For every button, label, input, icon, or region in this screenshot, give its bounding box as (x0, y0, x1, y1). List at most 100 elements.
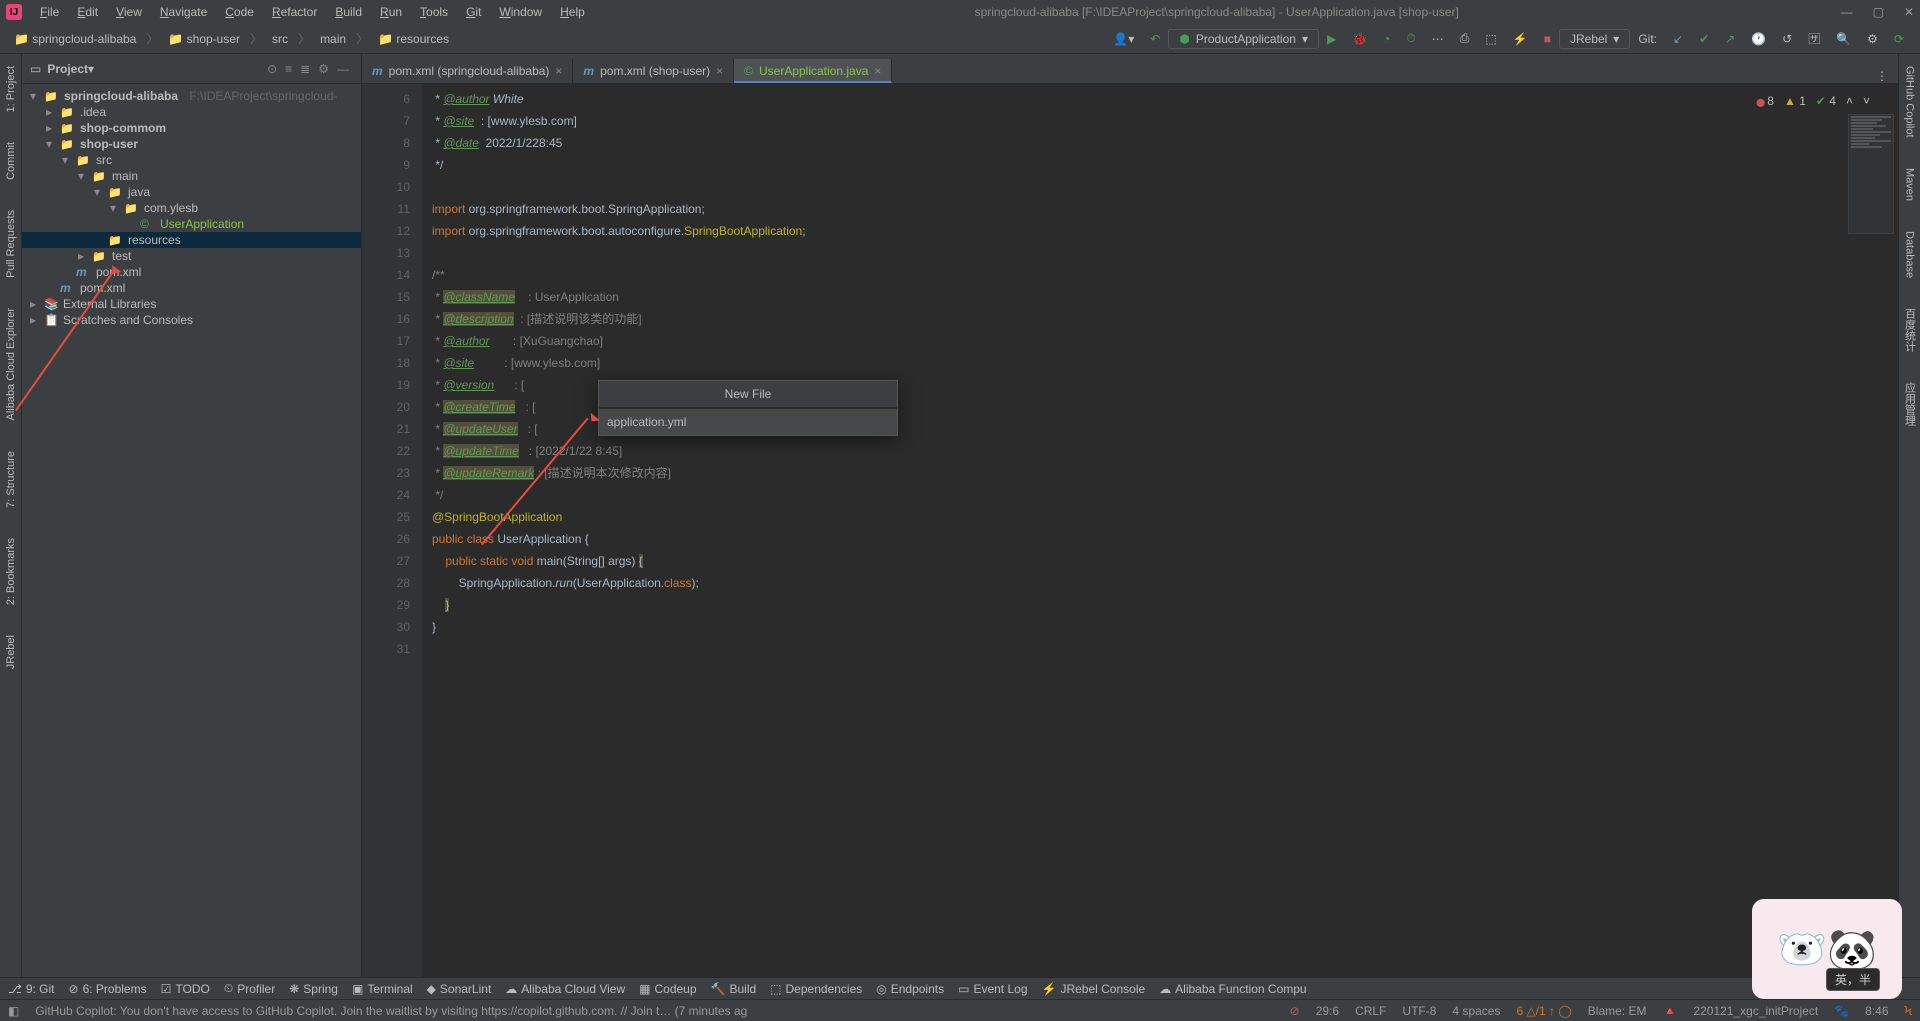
new-file-input[interactable] (599, 408, 897, 435)
left-tab-7-structure[interactable]: 7: Structure (3, 445, 19, 514)
menu-navigate[interactable]: Navigate (152, 3, 215, 21)
inspection-summary[interactable]: 6 △/1 ↑ ◯ (1516, 1004, 1571, 1018)
settings-icon[interactable]: ⚙ (1863, 30, 1882, 48)
git-commit-icon[interactable]: ✔ (1695, 30, 1713, 48)
menu-build[interactable]: Build (327, 3, 370, 21)
left-tab-2-bookmarks[interactable]: 2: Bookmarks (3, 532, 19, 611)
profile-button[interactable]: ⏱ (1402, 29, 1419, 48)
project-view-label[interactable]: Project (47, 62, 88, 76)
bottom-tab-todo[interactable]: ☑TODO (161, 982, 210, 996)
right-tab-github-copilot[interactable]: GitHub Copilot (1902, 60, 1918, 144)
bottom-tab-spring[interactable]: ❋Spring (289, 982, 338, 996)
tree-src[interactable]: ▾src (22, 152, 361, 168)
tree-main[interactable]: ▾main (22, 168, 361, 184)
editor-tab[interactable]: UserApplication.java× (734, 59, 892, 83)
close-tab-icon[interactable]: × (716, 64, 723, 78)
jrebel-select[interactable]: JRebel ▾ (1559, 29, 1630, 49)
menu-edit[interactable]: Edit (69, 3, 106, 21)
left-tab-jrebel[interactable]: JRebel (3, 629, 19, 675)
maximize-button[interactable]: ▢ (1873, 5, 1884, 19)
translate-icon[interactable]: 🈂 (1804, 28, 1824, 49)
breadcrumb-item[interactable]: 📁 resources (372, 30, 455, 48)
tree-test[interactable]: ▸test (22, 248, 361, 264)
right-tab-maven[interactable]: Maven (1902, 162, 1918, 207)
tree-resources[interactable]: resources (22, 232, 361, 248)
tree-commom[interactable]: ▸shop-commom (22, 120, 361, 136)
collapse-all-icon[interactable]: ≣ (300, 62, 310, 76)
menu-window[interactable]: Window (491, 3, 550, 21)
tree-idea[interactable]: ▸.idea (22, 104, 361, 120)
tree-pkg[interactable]: ▾com.ylesb (22, 200, 361, 216)
right-tab-database[interactable]: Database (1902, 225, 1918, 284)
bottom-tab-build[interactable]: 🔨Build (711, 982, 757, 996)
left-tab-commit[interactable]: Commit (3, 136, 19, 186)
left-tab-1-project[interactable]: 1: Project (3, 60, 19, 118)
git-history-icon[interactable]: 🕐 (1747, 30, 1770, 48)
project-tree[interactable]: ▾springcloud-alibaba F:\IDEAProject\spri… (22, 84, 361, 977)
breadcrumb-item[interactable]: src (266, 30, 294, 48)
select-opened-file-icon[interactable]: ⊙ (267, 62, 277, 76)
debug-button[interactable]: 🐞 (1348, 30, 1371, 48)
line-separator[interactable]: CRLF (1355, 1004, 1386, 1018)
tree-extlib[interactable]: ▸📚External Libraries (22, 296, 361, 312)
add-user-icon[interactable]: 👤▾ (1109, 30, 1138, 48)
git-push-icon[interactable]: ↗ (1721, 30, 1739, 48)
run-button[interactable]: ▶ (1323, 30, 1340, 48)
tips-icon[interactable]: ◧ (8, 1004, 19, 1018)
caret-position[interactable]: 29:6 (1316, 1004, 1339, 1018)
copilot-icon[interactable]: ⊘ (1290, 1004, 1300, 1018)
bottom-tab-alibaba-function-compu[interactable]: ☁Alibaba Function Compu (1159, 982, 1306, 996)
more-run-button[interactable]: ⋯ (1428, 30, 1448, 48)
editor-tab[interactable]: pom.xml (shop-user)× (573, 59, 734, 83)
menu-help[interactable]: Help (552, 3, 593, 21)
bottom-tab-dependencies[interactable]: ⬚Dependencies (770, 982, 862, 996)
tree-user[interactable]: ▾shop-user (22, 136, 361, 152)
bottom-tab-jrebel-console[interactable]: ⚡JRebel Console (1042, 982, 1146, 996)
bottom-tab-codeup[interactable]: ▦Codeup (639, 982, 696, 996)
bottom-tab-alibaba-cloud-view[interactable]: ☁Alibaba Cloud View (505, 982, 625, 996)
tree-root[interactable]: ▾springcloud-alibaba F:\IDEAProject\spri… (22, 88, 361, 104)
right-tab--[interactable]: 百度统计 (1900, 302, 1920, 358)
search-icon[interactable]: 🔍 (1832, 30, 1855, 48)
right-tab--[interactable]: 应用管理 (1900, 376, 1920, 432)
left-tab-pull-requests[interactable]: Pull Requests (3, 204, 19, 284)
run-config-select[interactable]: ⬢ ProductApplication ▾ (1168, 29, 1319, 49)
bottom-tab-6-problems[interactable]: ⊘6: Problems (69, 982, 147, 996)
breadcrumb-item[interactable]: main (314, 30, 352, 48)
jrebel-status-icon[interactable]: Ϟ (1905, 1004, 1913, 1018)
tree-class[interactable]: UserApplication (22, 216, 361, 232)
breadcrumb-item[interactable]: 📁 shop-user (162, 30, 246, 48)
file-encoding[interactable]: UTF-8 (1402, 1004, 1436, 1018)
menu-file[interactable]: File (32, 3, 67, 21)
bottom-tab-9-git[interactable]: ⎇9: Git (8, 982, 55, 996)
blame-info[interactable]: Blame: EM (1588, 1004, 1647, 1018)
code-minimap[interactable] (1848, 114, 1894, 234)
git-rollback-icon[interactable]: ↺ (1778, 30, 1796, 48)
inspection-badges[interactable]: 8 1 4 ˄ ˅ (1756, 90, 1870, 114)
menu-git[interactable]: Git (458, 3, 489, 21)
bottom-tab-event-log[interactable]: ▭Event Log (958, 982, 1027, 996)
step-back-icon[interactable]: ↶ (1146, 30, 1164, 48)
git-branch[interactable]: 220121_xgc_initProject (1693, 1004, 1818, 1018)
tab-more-icon[interactable]: ⋮ (1866, 69, 1898, 83)
ime-indicator[interactable]: 英，半 (1826, 968, 1880, 991)
git-update-icon[interactable]: ↙ (1669, 30, 1687, 48)
breadcrumb-item[interactable]: 📁 springcloud-alibaba (8, 30, 142, 48)
menu-run[interactable]: Run (372, 3, 410, 21)
memory-icon[interactable]: 🐾 (1834, 1004, 1849, 1018)
menu-view[interactable]: View (108, 3, 150, 21)
tree-pom2[interactable]: pom.xml (22, 280, 361, 296)
hide-panel-icon[interactable]: — (337, 62, 349, 76)
bottom-tab-profiler[interactable]: ⏲Profiler (224, 981, 275, 996)
services-button[interactable]: ⬚ (1481, 30, 1500, 48)
indent-info[interactable]: 4 spaces (1452, 1004, 1500, 1018)
chevron-down-icon[interactable]: ▾ (88, 62, 94, 76)
close-window-button[interactable]: ✕ (1904, 5, 1914, 19)
gear-icon[interactable]: ⚙ (318, 62, 329, 76)
menu-code[interactable]: Code (217, 3, 262, 21)
coverage-button[interactable]: ◔ (1379, 30, 1394, 48)
attach-button[interactable]: ⎙ (1456, 29, 1474, 48)
code-editor[interactable]: 6789101112131415161718192021222324252627… (362, 84, 1898, 977)
sync-icon[interactable]: ⟳ (1890, 30, 1908, 48)
chevron-down-icon[interactable]: ˅ (1863, 90, 1870, 114)
